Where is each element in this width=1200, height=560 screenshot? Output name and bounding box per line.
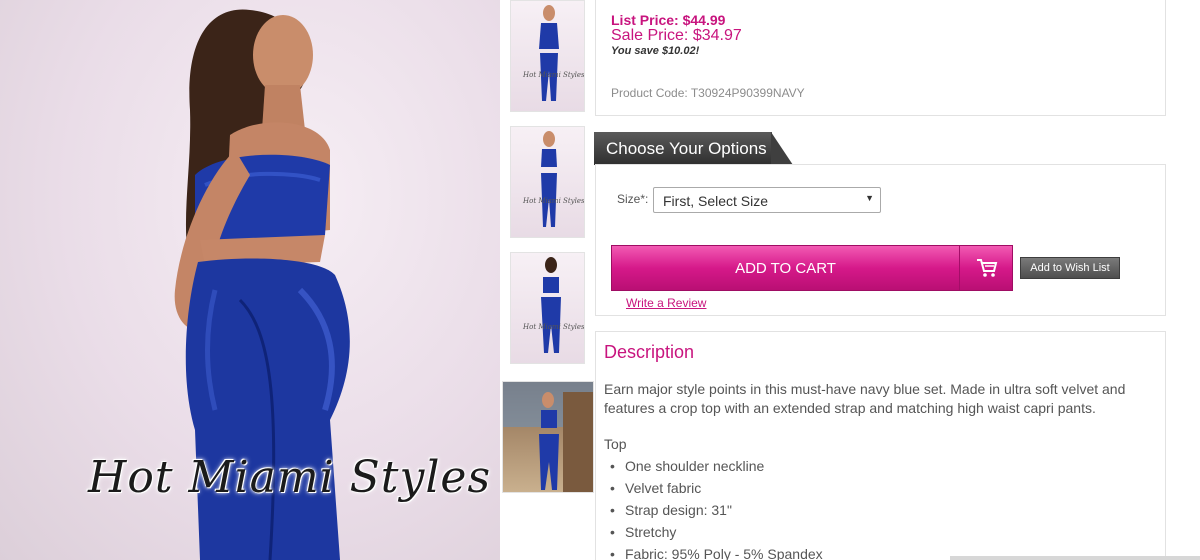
feature-text: Fabric: 95% Poly - 5% Spandex <box>625 546 823 560</box>
product-thumbnail[interactable] <box>502 381 594 493</box>
bullet-icon: • <box>610 480 615 496</box>
product-code: Product Code: T30924P90399NAVY <box>611 86 805 100</box>
product-main-image[interactable]: Hot Miami Styles <box>0 0 500 560</box>
write-review-link[interactable]: Write a Review <box>626 296 706 310</box>
add-to-wish-list-button[interactable]: Add to Wish List <box>1020 257 1120 279</box>
thumbnail-model-image: Hot Miami Styles <box>522 257 585 353</box>
chevron-down-icon: ▼ <box>865 193 874 203</box>
brand-watermark: Hot Miami Styles <box>88 452 492 503</box>
list-item: • Velvet fabric <box>610 479 823 501</box>
price-panel: List Price: $44.99 Sale Price: $34.97 Yo… <box>595 0 1166 116</box>
thumbnail-model-image: Hot Miami Styles <box>522 5 585 101</box>
product-thumbnail[interactable]: Hot Miami Styles <box>510 252 585 364</box>
list-item: • Stretchy <box>610 523 823 545</box>
description-section-label: Top <box>604 436 627 452</box>
description-panel: Description Earn major style points in t… <box>595 331 1166 560</box>
size-select[interactable]: First, Select Size ▼ <box>653 187 881 213</box>
feature-text: Strap design: 31" <box>625 502 732 518</box>
options-tab-title: Choose Your Options <box>594 132 772 165</box>
bullet-icon: • <box>610 458 615 474</box>
list-price: List Price: $44.99 <box>611 12 726 28</box>
product-thumbnail[interactable]: Hot Miami Styles <box>510 0 585 112</box>
thumbnail-watermark: Hot Miami Styles <box>522 323 585 331</box>
shopping-cart-icon <box>977 259 998 277</box>
savings-text: You save $10.02! <box>611 45 700 57</box>
thumbnail-watermark: Hot Miami Styles <box>522 71 585 79</box>
list-item: • One shoulder neckline <box>610 457 823 479</box>
description-text: Earn major style points in this must-hav… <box>604 381 1126 416</box>
add-to-cart-label: ADD TO CART <box>735 260 836 277</box>
list-item: • Fabric: 95% Poly - 5% Spandex <box>610 545 823 560</box>
size-select-value: First, Select Size <box>663 193 769 209</box>
options-tab-corner <box>771 132 793 165</box>
cart-button-divider <box>959 246 960 290</box>
feature-text: Stretchy <box>625 524 677 540</box>
sale-price: Sale Price: $34.97 <box>611 27 742 44</box>
bullet-icon: • <box>610 546 615 560</box>
size-label: Size*: <box>617 192 649 206</box>
thumbnail-watermark: Hot Miami Styles <box>522 197 585 205</box>
bottom-scroll-strip <box>950 556 1200 560</box>
feature-text: One shoulder neckline <box>625 458 765 474</box>
thumbnail-lifestyle-image <box>503 382 593 492</box>
bullet-icon: • <box>610 502 615 518</box>
add-to-cart-button[interactable]: ADD TO CART <box>611 245 1013 291</box>
thumbnail-model-image: Hot Miami Styles <box>522 131 585 227</box>
description-title: Description <box>604 342 695 362</box>
options-panel: Size*: First, Select Size ▼ ADD TO CART … <box>595 164 1166 316</box>
bullet-icon: • <box>610 524 615 540</box>
feature-text: Velvet fabric <box>625 480 702 496</box>
product-thumbnail[interactable]: Hot Miami Styles <box>510 126 585 238</box>
feature-list: • One shoulder neckline • Velvet fabric • S… <box>610 457 823 560</box>
list-item: • Strap design: 31" <box>610 501 823 523</box>
